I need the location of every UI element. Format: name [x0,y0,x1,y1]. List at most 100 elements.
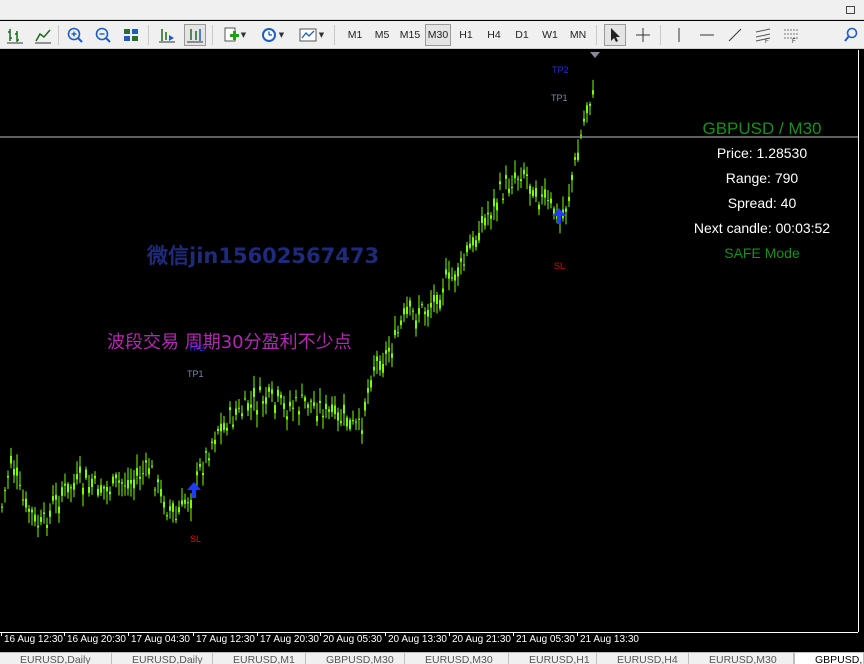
candle-body [199,464,201,467]
chart-tab[interactable]: EURUSD,H1 [509,653,597,664]
candle-body [277,389,279,397]
candle-body [304,397,306,402]
candle-body [502,198,504,200]
toolbar-separator [660,25,661,45]
chart-tab[interactable]: EURUSD,Daily [112,653,213,664]
candle-body [58,506,60,514]
candle-body [181,500,183,505]
candle-body [322,415,324,418]
candle-body [439,299,441,309]
timeframe-h4[interactable]: H4 [481,24,507,46]
search-icon[interactable] [840,24,862,46]
line-chart-icon[interactable] [32,24,54,46]
candle-body [160,489,162,497]
candle-body [100,485,102,493]
timeframe-w1[interactable]: W1 [537,24,563,46]
timeframe-m5[interactable]: M5 [369,24,395,46]
chart-shift-icon[interactable] [156,24,178,46]
candle-body [79,466,81,473]
chart-shift-marker[interactable] [590,52,600,58]
candle-body [82,487,84,495]
candle-body [142,473,144,475]
price-scale[interactable] [858,50,864,632]
timeframe-mn[interactable]: MN [565,24,591,46]
timeframe-m15[interactable]: M15 [397,24,423,46]
candle-body [541,194,543,197]
toolbar-separator [58,25,59,45]
crosshair-icon[interactable] [632,24,654,46]
candle-body [220,423,222,432]
candle-body [511,187,513,189]
restore-window-button[interactable] [836,0,864,20]
timeframe-m30[interactable]: M30 [425,24,451,46]
candle-body [151,465,153,467]
chart-tab[interactable]: GBPUSD,M30 [306,653,405,664]
candle-body [307,404,309,408]
autoscroll-icon[interactable] [184,24,206,46]
fibonacci-icon[interactable]: F [780,24,802,46]
candle-body [211,441,213,443]
zoom-out-icon[interactable] [92,24,114,46]
vertical-line-icon[interactable] [668,24,690,46]
chart-tab[interactable]: EURUSD,M30 [689,653,794,664]
candle-body [436,294,438,304]
candle-body [130,479,132,484]
timeframe-d1[interactable]: D1 [509,24,535,46]
chart-tab[interactable]: EURUSD,M1 [213,653,306,664]
timeframe-h1[interactable]: H1 [453,24,479,46]
candle-body [238,407,240,409]
candle-body [394,329,396,336]
range-readout: Range: 790 [725,170,799,186]
candle-body [256,410,258,415]
clock-icon[interactable]: ▼ [256,24,288,46]
timeframe-m1[interactable]: M1 [342,24,368,46]
chart-tab[interactable]: EURUSD,H4 [597,653,689,664]
candle-body [286,416,288,420]
chart-tab[interactable]: GBPUSD,M30 [794,653,864,664]
candle-body [289,401,291,407]
info-panel: GBPUSD / M30 Price: 1.28530 Range: 790 S… [676,116,848,266]
candle-body [280,394,282,398]
price-chart[interactable]: 微信jin15602567473 波段交易 周期30分盈利不少点 GBPUSD … [0,50,858,632]
candle-body [574,157,576,160]
candle-body [31,509,33,513]
templates-icon[interactable]: ▼ [294,24,328,46]
candle-body [520,179,522,182]
candle-body [37,525,39,528]
next-candle-readout: Next candle: 00:03:52 [693,220,831,236]
chart-tab[interactable]: EURUSD,Daily [0,653,112,664]
candle-body [235,408,237,415]
chart-tab[interactable]: EURUSD,M30 [405,653,509,664]
tile-windows-icon[interactable] [120,24,142,46]
candle-body [28,508,30,512]
candle-body [364,401,366,411]
channel-icon[interactable]: F [752,24,774,46]
candle-body [433,295,435,302]
candle-body [517,178,519,180]
candle-body [196,471,198,476]
trendline-icon[interactable] [724,24,746,46]
horizontal-line-icon[interactable] [696,24,718,46]
zoom-in-icon[interactable] [64,24,86,46]
candle-body [481,215,483,223]
candle-body [490,215,492,219]
cursor-icon[interactable] [604,24,626,46]
price-readout: Price: 1.28530 [716,145,808,161]
candle-body [268,387,270,392]
bar-chart-icon[interactable] [4,24,26,46]
svg-text:F: F [765,39,769,44]
candle-body [274,405,276,414]
candle-body [547,200,549,202]
candle-body [544,189,546,198]
chart-tabs-bar: EURUSD,Daily EURUSD,Daily EURUSD,M1 GBPUSD,… [0,652,864,664]
candle-body [112,476,114,484]
candle-body [367,388,369,393]
candle-body [67,484,69,493]
new-order-icon[interactable]: ▼ [218,24,250,46]
candle-body [295,396,297,398]
spread-readout: Spread: 40 [727,195,797,211]
candle-body [22,499,24,501]
candle-body [133,479,135,489]
candle-body [226,427,228,431]
candle-body [385,350,387,354]
